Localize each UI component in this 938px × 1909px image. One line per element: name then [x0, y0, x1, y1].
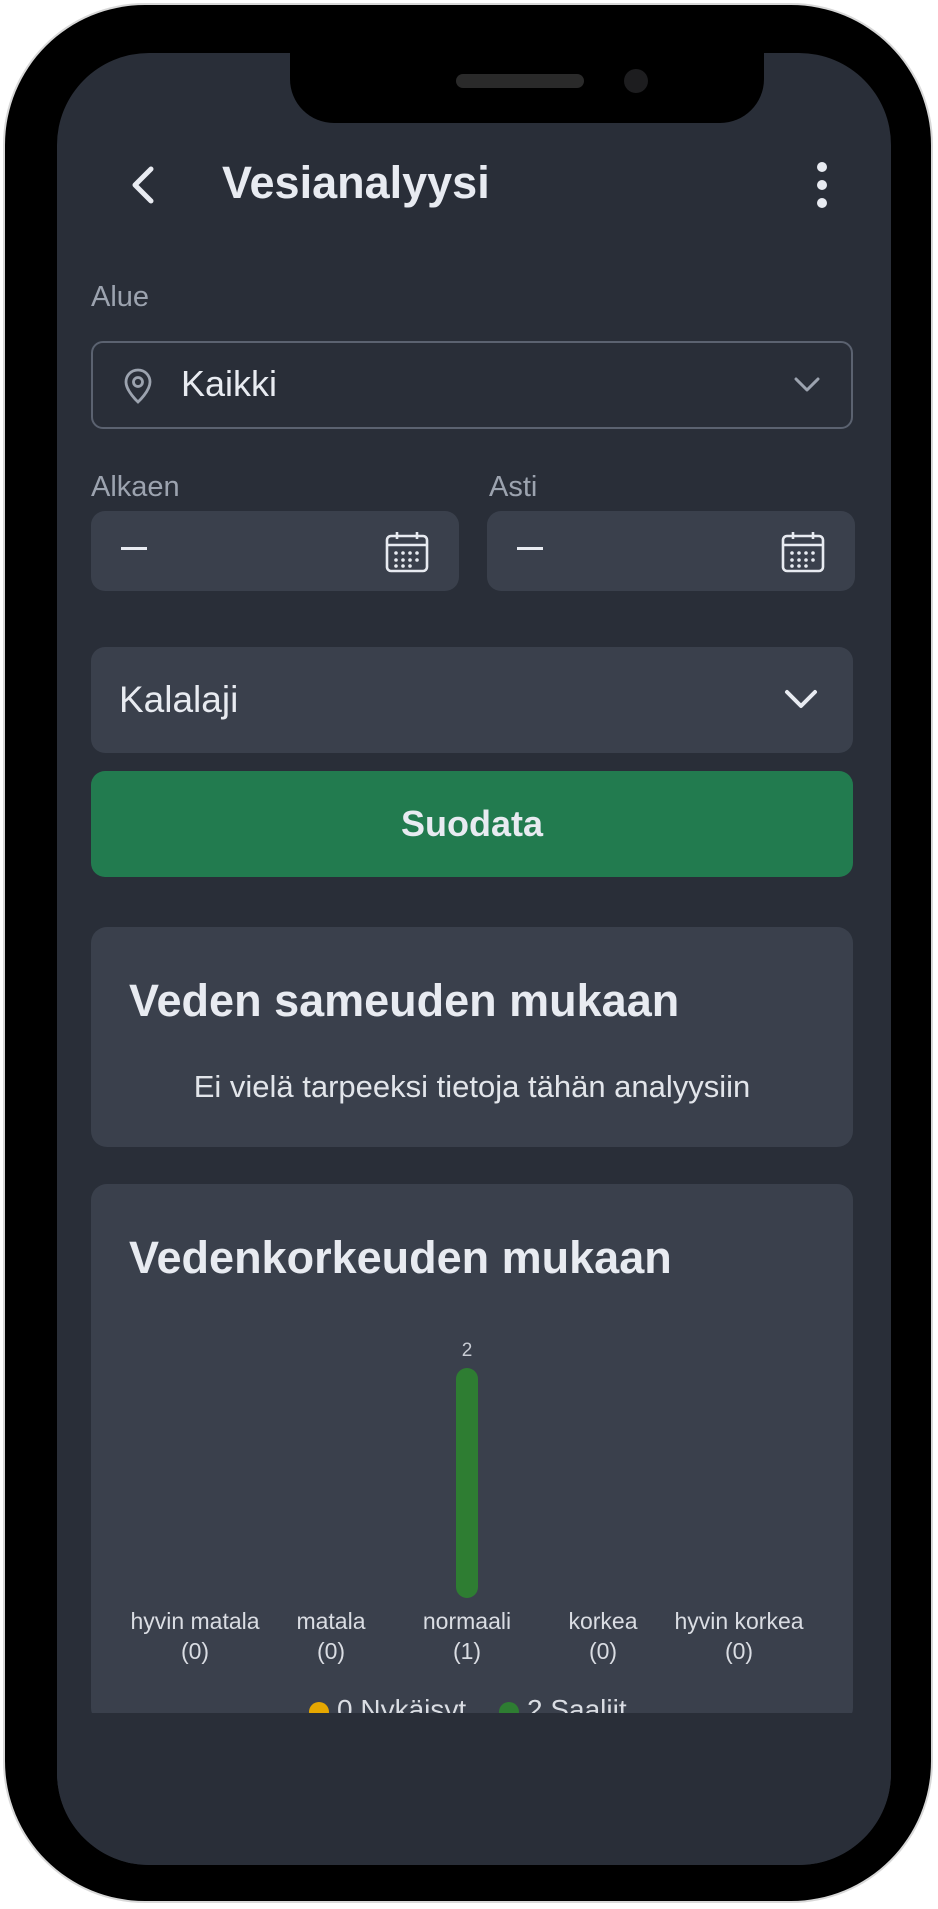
- notch: [290, 53, 764, 123]
- location-pin-icon: [124, 368, 152, 404]
- region-select[interactable]: Kaikki: [91, 341, 853, 429]
- calendar-icon: [781, 532, 825, 573]
- speaker: [456, 74, 584, 88]
- chevron-left-icon: [132, 166, 154, 204]
- phone-frame: Vesianalyysi Alue Kaikki Alkaen Asti Kal…: [5, 5, 931, 1901]
- bar-normaali: [456, 1368, 478, 1598]
- species-select[interactable]: Kalalaji: [91, 647, 853, 753]
- calendar-icon: [385, 532, 429, 573]
- category-label-hyvin-korkea: hyvin korkea (0): [659, 1606, 819, 1666]
- to-date-value: [517, 547, 543, 550]
- page-title: Vesianalyysi: [222, 157, 490, 208]
- empty-state-message: Ei vielä tarpeeksi tietoja tähän analyys…: [193, 1069, 751, 1104]
- from-date-label: Alkaen: [91, 471, 180, 503]
- more-vertical-icon: [817, 162, 827, 208]
- front-camera: [624, 69, 648, 93]
- chevron-down-icon: [794, 377, 820, 392]
- from-date-value: [121, 547, 147, 550]
- app-screen: Vesianalyysi Alue Kaikki Alkaen Asti Kal…: [57, 53, 891, 1865]
- category-name: hyvin korkea: [674, 1608, 804, 1634]
- to-date-label: Asti: [489, 471, 538, 503]
- back-button[interactable]: [117, 157, 173, 213]
- to-date-field[interactable]: [487, 511, 855, 591]
- category-count: (0): [724, 1638, 754, 1664]
- filter-button[interactable]: Suodata: [91, 771, 853, 877]
- region-value: Kaikki: [181, 363, 278, 404]
- turbidity-card: Veden sameuden mukaan Ei vielä tarpeeksi…: [91, 927, 853, 1147]
- turbidity-card-title: Veden sameuden mukaan: [129, 975, 680, 1026]
- bar-value-label-normaali: 2: [461, 1340, 473, 1361]
- chevron-down-icon: [785, 690, 817, 708]
- water-level-card: Vedenkorkeuden mukaan hyvin matala (0) mat…: [91, 1184, 853, 1724]
- more-menu-button[interactable]: [797, 157, 847, 213]
- region-label: Alue: [91, 281, 150, 313]
- app-header: Vesianalyysi: [57, 143, 891, 223]
- from-date-field[interactable]: [91, 511, 459, 591]
- bottom-area: [57, 1713, 891, 1865]
- water-level-card-title: Vedenkorkeuden mukaan: [129, 1232, 672, 1283]
- species-select-label: Kalalaji: [119, 679, 239, 720]
